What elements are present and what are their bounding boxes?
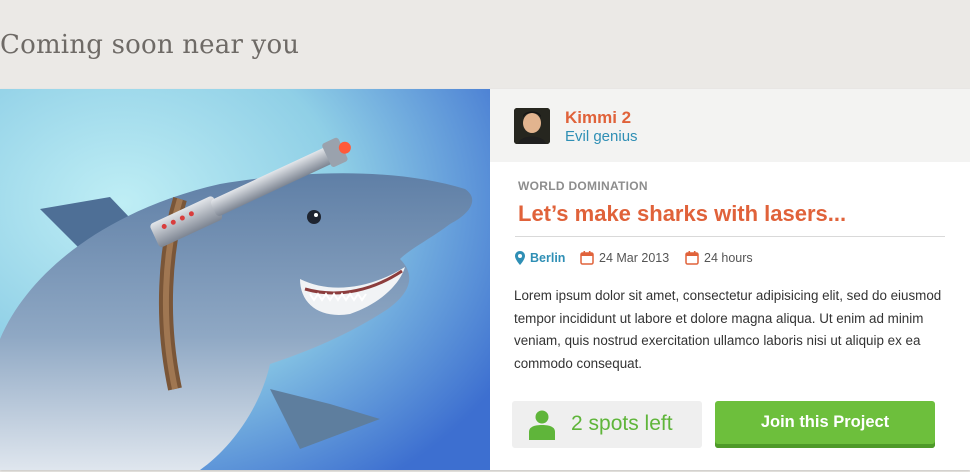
date-label: 24 Mar 2013 xyxy=(599,251,670,265)
project-card[interactable]: Kimmi 2 Evil genius WORLD DOMINATION Let… xyxy=(0,89,970,470)
owner-name[interactable]: Kimmi 2 xyxy=(565,108,631,128)
calendar-icon xyxy=(685,251,699,265)
section-title: Coming soon near you xyxy=(0,30,300,60)
shark-illustration xyxy=(0,89,490,470)
project-location[interactable]: Berlin xyxy=(515,249,565,267)
project-details: Kimmi 2 Evil genius WORLD DOMINATION Let… xyxy=(490,89,970,470)
owner-role: Evil genius xyxy=(565,128,638,145)
location-pin-icon xyxy=(515,251,525,265)
calendar-icon xyxy=(580,251,594,265)
spots-left-label: 2 spots left xyxy=(571,412,673,435)
join-project-button[interactable]: Join this Project xyxy=(715,401,935,448)
owner-avatar[interactable] xyxy=(514,108,550,144)
divider xyxy=(515,236,945,237)
project-description: Lorem ipsum dolor sit amet, consectetur … xyxy=(514,288,942,371)
location-label: Berlin xyxy=(530,251,566,265)
owner-bar: Kimmi 2 Evil genius xyxy=(490,89,970,162)
project-duration: 24 hours xyxy=(685,249,753,267)
project-title[interactable]: Let’s make sharks with lasers... xyxy=(518,201,846,227)
duration-label: 24 hours xyxy=(704,251,753,265)
project-date: 24 Mar 2013 xyxy=(580,249,669,267)
spots-left-badge: 2 spots left xyxy=(512,401,702,448)
user-icon xyxy=(529,410,555,440)
hero-image[interactable] xyxy=(0,89,490,470)
project-category: WORLD DOMINATION xyxy=(518,179,648,193)
person-avatar-icon xyxy=(514,108,550,144)
